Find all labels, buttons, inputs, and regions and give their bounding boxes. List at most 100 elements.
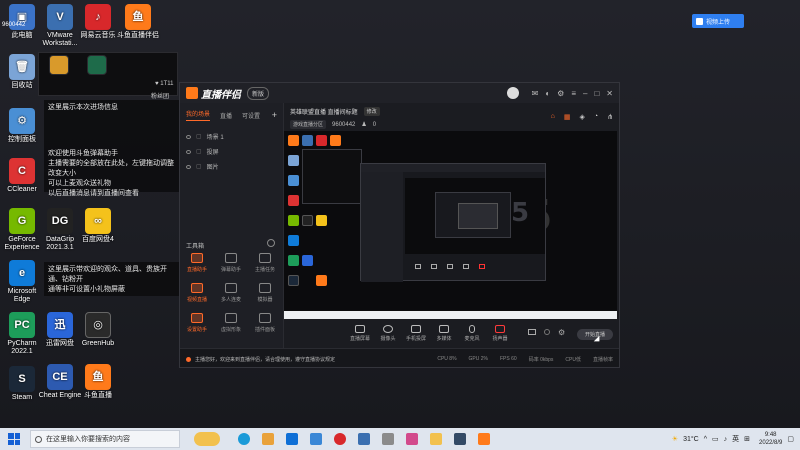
multimedia-button[interactable]: 多媒体 [430, 325, 458, 342]
tool-avatar[interactable]: 虚拟形象 [216, 313, 246, 333]
room-id-label: 9600442 [2, 22, 26, 28]
taskbar-app-icon[interactable] [334, 433, 346, 445]
fans-count: 0 [372, 121, 377, 128]
chevron-up-icon[interactable]: ^ [704, 436, 707, 443]
eye-icon[interactable] [186, 164, 191, 169]
notice: 主播您好，欢迎来到直播伴侣，请合理使用，遵守直播协议规定 [186, 356, 335, 363]
tool-setup-helper[interactable]: 设置助手 [182, 313, 212, 333]
lock-icon[interactable]: ▢ [196, 133, 202, 140]
capture-screen-button[interactable]: 直播屏幕 [346, 325, 374, 342]
eye-icon[interactable] [186, 149, 191, 154]
video-upload-button[interactable]: 视频上传 [692, 14, 744, 28]
network-icon[interactable]: ▭ [712, 435, 719, 443]
lock-icon[interactable]: ▢ [196, 163, 202, 170]
preview-taskbar [284, 311, 617, 319]
live-companion-window[interactable]: 直播伴侣 新版 ✉ ◐ ⚙ ≡ – □ ✕ 我的场景 直播 可设置 + ▢ 场景… [179, 82, 620, 368]
control-panel-icon: ⚙ [9, 108, 35, 134]
taskbar-app-icon[interactable] [406, 433, 418, 445]
tab-my-scene[interactable]: 我的场景 [186, 109, 211, 121]
clock[interactable]: 9:48 2022/8/9 [759, 431, 782, 447]
lock-icon[interactable]: ▢ [196, 148, 202, 155]
shield-icon[interactable]: ◈ [580, 113, 585, 121]
tool-emulator[interactable]: 模拟器 [250, 283, 280, 303]
desktop-icon-baidu-pan[interactable]: ∞ 百度网盘4 [76, 208, 120, 244]
share-icon[interactable]: ⋔ [607, 113, 613, 121]
tool-plugin-panel[interactable]: 插件面板 [250, 313, 280, 333]
taskbar-app-icon[interactable] [454, 433, 466, 445]
tool-multi-mic[interactable]: 多人连麦 [216, 283, 246, 303]
douyu-logo-icon [186, 87, 198, 99]
tool-anchor-task[interactable]: 主播任务 [250, 253, 280, 273]
taskbar-app-icon[interactable] [262, 433, 274, 445]
tool-video-live[interactable]: 视频直播 [182, 283, 212, 303]
avatar[interactable] [506, 87, 519, 99]
taskbar-search-input[interactable]: 在这里输入你要搜索的内容 [30, 430, 180, 448]
taskbar-app-icon[interactable] [358, 433, 370, 445]
clip-icon[interactable] [544, 329, 550, 335]
input-mode-icon[interactable]: ⊞ [744, 435, 750, 443]
preview-icon [288, 195, 299, 206]
scene-item[interactable]: ▢ 图片 [180, 159, 283, 174]
camera-icon [383, 325, 393, 333]
speaker-button[interactable]: 扬声器 [486, 325, 514, 342]
bell-icon[interactable]: ◔ [594, 113, 598, 121]
tool-live-helper[interactable]: 直播助手 [182, 253, 212, 273]
notification-icon[interactable]: ▢ [787, 435, 794, 443]
gift-icon[interactable]: ⌂ [551, 113, 555, 121]
settings-icon[interactable]: ⚙ [557, 89, 564, 98]
taskbar-app-icon[interactable] [238, 433, 250, 445]
ime-indicator[interactable]: 英 [732, 434, 739, 444]
volume-icon[interactable]: ♪ [724, 436, 728, 443]
fans-icon: ♟ [361, 122, 367, 128]
microphone-button[interactable]: 麦克风 [458, 325, 486, 342]
mail-icon[interactable]: ✉ [532, 89, 539, 98]
gear-icon[interactable]: ⚙ [558, 328, 565, 337]
record-icon[interactable] [528, 329, 536, 335]
desktop-icon-ccleaner[interactable]: C CCleaner [0, 158, 44, 194]
douyu-live-icon: 鱼 [85, 364, 111, 390]
scene-item[interactable]: ▢ 场景 1 [180, 129, 283, 144]
desktop-icon-greenhub[interactable]: ◎ GreenHub [76, 312, 120, 348]
scene-item[interactable]: ▢ 投屏 [180, 144, 283, 159]
add-scene-icon[interactable]: + [272, 110, 277, 120]
vmware-icon: V [47, 4, 73, 30]
close-icon[interactable]: ✕ [606, 89, 613, 98]
stat-cpu-level: CPU低 [565, 356, 581, 363]
grid-icon[interactable]: ▦ [564, 113, 571, 121]
eye-icon[interactable] [186, 134, 191, 139]
maximize-icon[interactable]: □ [594, 89, 599, 98]
taskbar-app-icon[interactable] [478, 433, 490, 445]
windows-start-icon[interactable] [8, 433, 20, 445]
category-select[interactable]: 游戏直播分区 [290, 120, 327, 129]
danmaku-icon [225, 253, 237, 263]
cortana-icon[interactable] [194, 432, 220, 446]
mic-group-icon [225, 283, 237, 293]
menu-icon[interactable]: ≡ [571, 89, 576, 98]
taskbar-app-icon[interactable] [382, 433, 394, 445]
camera-button[interactable]: 摄像头 [374, 325, 402, 342]
desktop-icon-douyu-companion[interactable]: 鱼 斗鱼直播伴侣 [116, 4, 160, 40]
preview-icon [288, 275, 299, 286]
taskbar-app-icon[interactable] [310, 433, 322, 445]
skin-icon[interactable]: ◐ [545, 89, 550, 98]
danmaku-stats-panel: ♥ 1T11 粉丝团 [38, 52, 178, 100]
phone-cast-button[interactable]: 手机投屏 [402, 325, 430, 342]
desktop-icon-netease-music[interactable]: ♪ 网易云音乐 [76, 4, 120, 40]
task-icon [259, 253, 271, 263]
taskbar-app-icon[interactable] [286, 433, 298, 445]
desktop-icon-douyu-live[interactable]: 鱼 斗鱼直播 [76, 364, 120, 400]
desktop-icon-edge[interactable]: e Microsoft Edge [0, 260, 44, 304]
desktop-icon-control-panel[interactable]: ⚙ 控制面板 [0, 108, 44, 144]
tool-danmaku-helper[interactable]: 弹幕助手 [216, 253, 246, 273]
preview-icon [288, 175, 299, 186]
datagrip-icon: DG [47, 208, 73, 234]
tab-settings[interactable]: 可设置 [242, 111, 260, 120]
plugin-icon [259, 313, 271, 323]
taskbar-app-icon[interactable] [430, 433, 442, 445]
tab-live[interactable]: 直播 [220, 111, 232, 120]
toolbox-more-icon[interactable] [267, 239, 275, 247]
weather-icon[interactable]: ☀ [672, 435, 678, 443]
edit-title-button[interactable]: 修改 [363, 107, 380, 116]
live-preview[interactable]: 5 [284, 131, 617, 313]
minimize-icon[interactable]: – [583, 89, 587, 98]
